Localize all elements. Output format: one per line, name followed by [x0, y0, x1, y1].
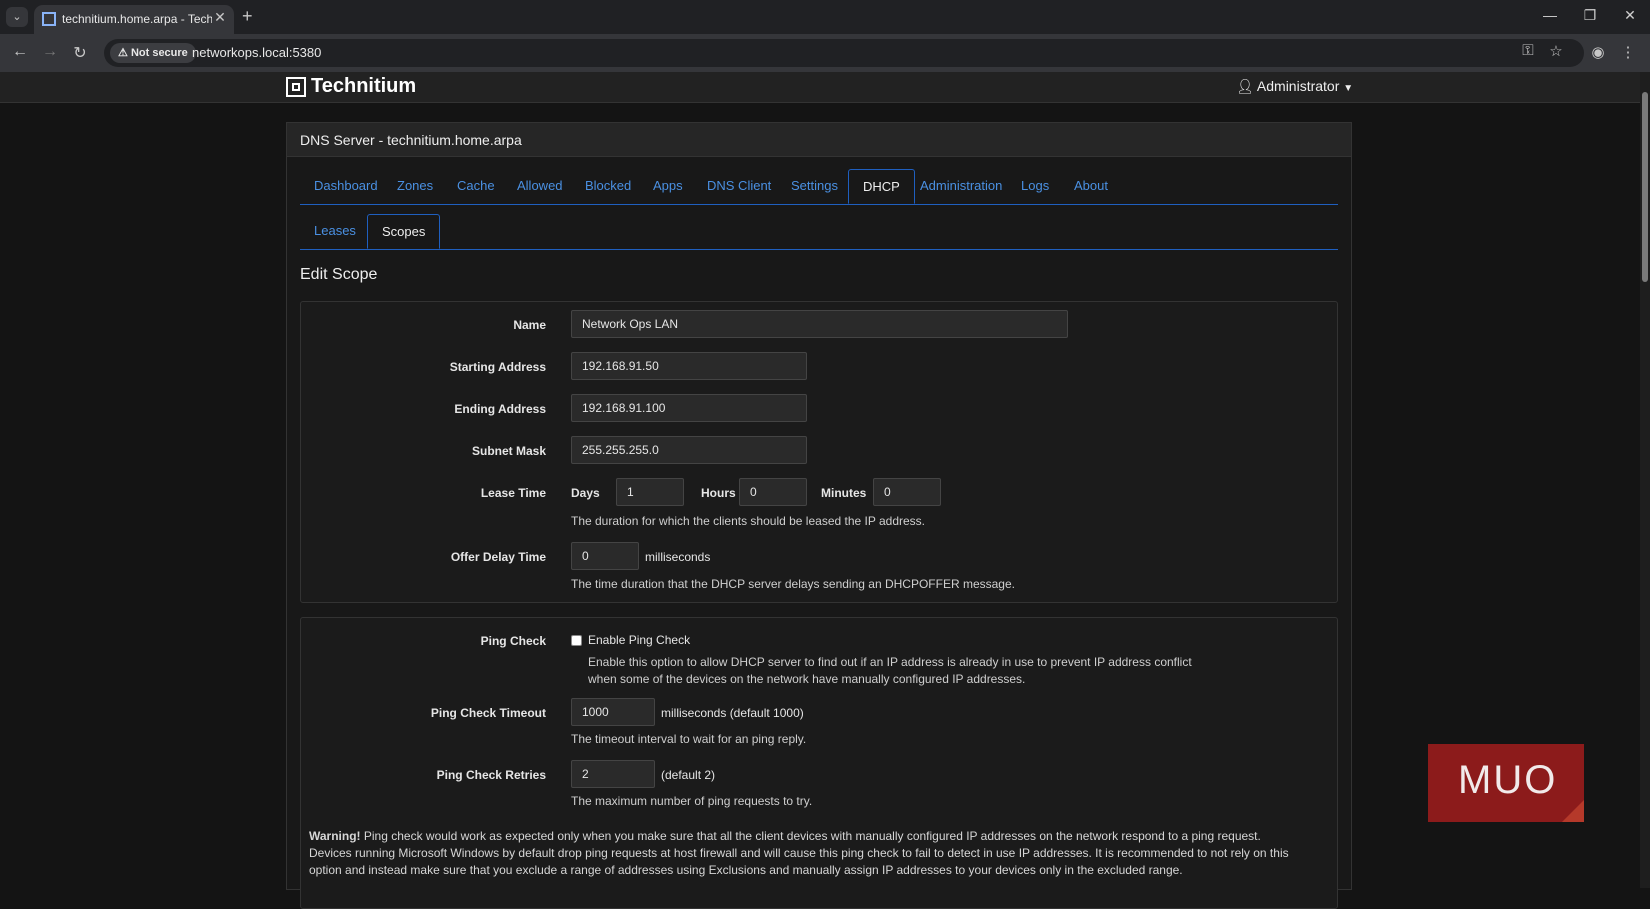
- lease-hours-input[interactable]: 0: [739, 478, 807, 506]
- profile-icon[interactable]: ◉: [1588, 43, 1608, 61]
- page-scrollbar[interactable]: [1640, 72, 1650, 888]
- ping-check-help: Enable this option to allow DHCP server …: [588, 655, 1192, 686]
- tab-blocked[interactable]: Blocked: [571, 169, 645, 203]
- minimize-icon[interactable]: —: [1530, 7, 1570, 23]
- url-text[interactable]: networkops.local:5380: [192, 45, 321, 60]
- days-label: Days: [571, 486, 600, 500]
- ending-address-input[interactable]: 192.168.91.100: [571, 394, 807, 422]
- panel-heading: DNS Server - technitium.home.arpa: [287, 123, 1351, 157]
- subnet-mask-input[interactable]: 255.255.255.0: [571, 436, 807, 464]
- offer-delay-unit: milliseconds: [645, 550, 711, 564]
- ping-retries-unit: (default 2): [661, 768, 716, 782]
- ping-timeout-input[interactable]: 1000: [571, 698, 655, 726]
- ping-retries-label: Ping Check Retries: [436, 768, 546, 782]
- warning-text: Ping check would work as expected only w…: [309, 829, 1289, 877]
- tab-title: technitium.home.arpa - Technitium: [62, 12, 212, 26]
- tab-leases[interactable]: Leases: [300, 214, 370, 248]
- enable-ping-check-label[interactable]: Enable Ping Check: [588, 633, 690, 647]
- muo-logo-text: MUO: [1458, 758, 1558, 802]
- tab-allowed[interactable]: Allowed: [503, 169, 577, 203]
- address-bar[interactable]: ⚠ Not secure networkops.local:5380 ⚿ ☆: [104, 39, 1584, 67]
- subnet-mask-label: Subnet Mask: [471, 444, 546, 458]
- offer-delay-input[interactable]: 0: [571, 542, 639, 570]
- enable-ping-check-checkbox[interactable]: [571, 635, 582, 646]
- ping-timeout-label: Ping Check Timeout: [430, 706, 546, 720]
- warning-title: Warning!: [309, 829, 361, 843]
- tab-apps[interactable]: Apps: [639, 169, 697, 203]
- offer-delay-label: Offer Delay Time: [450, 550, 546, 564]
- dns-server-panel: DNS Server - technitium.home.arpa Dashbo…: [286, 122, 1352, 909]
- restore-icon[interactable]: ❐: [1570, 7, 1610, 24]
- tab-search-icon[interactable]: ⌄: [6, 7, 28, 27]
- ending-address-label: Ending Address: [454, 402, 546, 416]
- muo-watermark-logo: MUO: [1428, 744, 1584, 822]
- browser-tab[interactable]: technitium.home.arpa - Technitium ✕: [34, 5, 234, 34]
- technitium-favicon-icon: [42, 12, 56, 26]
- scrollbar-thumb[interactable]: [1642, 92, 1648, 282]
- tab-dns-client[interactable]: DNS Client: [693, 169, 785, 203]
- tab-dhcp[interactable]: DHCP: [848, 169, 915, 204]
- ping-timeout-unit: milliseconds (default 1000): [661, 706, 804, 720]
- user-name: Administrator: [1256, 78, 1340, 94]
- security-indicator[interactable]: ⚠ Not secure: [110, 43, 196, 63]
- close-icon[interactable]: ✕: [212, 9, 228, 26]
- ping-retries-help: The maximum number of ping requests to t…: [571, 794, 813, 808]
- lease-time-label: Lease Time: [480, 486, 546, 500]
- key-icon[interactable]: ⚿: [1518, 42, 1538, 59]
- minutes-label: Minutes: [821, 486, 867, 500]
- back-arrow-icon[interactable]: ←: [10, 43, 30, 61]
- panel-title: DNS Server - technitium.home.arpa: [300, 132, 522, 148]
- hours-label: Hours: [701, 486, 736, 500]
- lease-minutes-input[interactable]: 0: [873, 478, 941, 506]
- scope-basic-settings: Name Network Ops LAN Starting Address 19…: [300, 301, 1338, 603]
- new-tab-plus-icon[interactable]: +: [242, 6, 253, 27]
- reload-icon[interactable]: ↻: [70, 43, 90, 63]
- browser-tab-strip: ⌄ technitium.home.arpa - Technitium ✕ + …: [0, 0, 1650, 34]
- brand[interactable]: Technitium: [286, 75, 416, 98]
- tab-logs[interactable]: Logs: [1007, 169, 1063, 203]
- starting-address-label: Starting Address: [449, 360, 546, 374]
- warning-triangle-icon: ⚠: [118, 47, 128, 59]
- ping-check-settings: Ping Check Enable Ping Check Enable this…: [300, 617, 1338, 909]
- brand-name: Technitium: [311, 75, 417, 97]
- app-navbar: Technitium 👤︎ Administrator ▼: [0, 72, 1640, 103]
- forward-arrow-icon[interactable]: →: [40, 43, 60, 61]
- ping-timeout-help: The timeout interval to wait for an ping…: [571, 732, 807, 746]
- menu-kebab-icon[interactable]: ⋮: [1618, 43, 1638, 61]
- dhcp-sub-tabs: Leases Scopes: [300, 214, 1338, 250]
- starting-address-input[interactable]: 192.168.91.50: [571, 352, 807, 380]
- offer-delay-help: The time duration that the DHCP server d…: [571, 577, 1015, 591]
- tab-settings[interactable]: Settings: [777, 169, 852, 203]
- user-icon: 👤︎: [1236, 78, 1254, 94]
- browser-toolbar: ← → ↻ ⚠ Not secure networkops.local:5380…: [0, 34, 1650, 72]
- technitium-logo-icon: [286, 76, 306, 97]
- ping-check-warning: Warning! Ping check would work as expect…: [309, 828, 1299, 879]
- lease-time-help: The duration for which the clients shoul…: [571, 514, 925, 528]
- security-label: Not secure: [130, 47, 188, 59]
- name-input[interactable]: Network Ops LAN: [571, 310, 1068, 338]
- tab-administration[interactable]: Administration: [906, 169, 1016, 203]
- tab-scopes[interactable]: Scopes: [367, 214, 441, 249]
- ping-retries-input[interactable]: 2: [571, 760, 655, 788]
- caret-down-icon: ▼: [1343, 83, 1354, 94]
- edit-scope-title: Edit Scope: [300, 266, 378, 283]
- star-bookmark-icon[interactable]: ☆: [1546, 42, 1566, 60]
- user-menu[interactable]: 👤︎ Administrator ▼: [1236, 78, 1353, 95]
- main-tabs: Dashboard Zones Cache Allowed Blocked Ap…: [300, 169, 1338, 205]
- lease-days-input[interactable]: 1: [616, 478, 684, 506]
- tab-zones[interactable]: Zones: [383, 169, 447, 203]
- tab-about[interactable]: About: [1060, 169, 1122, 203]
- tab-dashboard[interactable]: Dashboard: [300, 169, 392, 203]
- muo-logo-corner: [1562, 800, 1584, 822]
- ping-check-label: Ping Check: [480, 634, 546, 648]
- close-window-icon[interactable]: ✕: [1610, 7, 1650, 24]
- name-label: Name: [513, 318, 546, 332]
- tab-cache[interactable]: Cache: [443, 169, 509, 203]
